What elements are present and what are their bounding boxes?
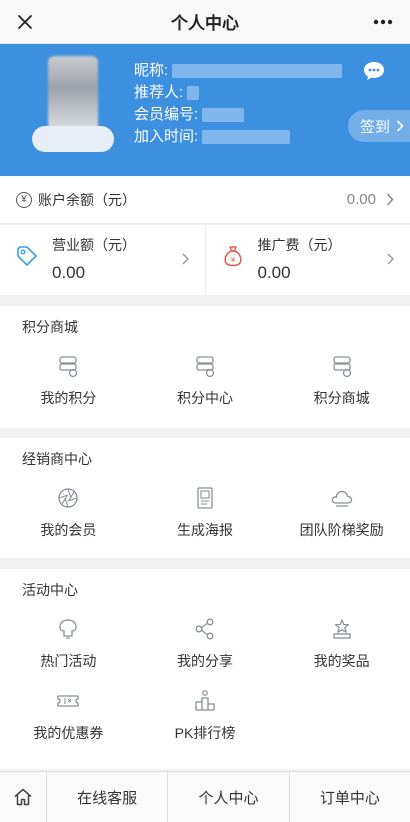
promotion-fee-card[interactable]: ¥ 推广费（元） 0.00 xyxy=(204,225,410,295)
member-no-label: 会员编号: xyxy=(134,106,199,123)
item-label: 热门活动 xyxy=(40,653,97,669)
more-icon xyxy=(373,19,393,25)
member-no-row: 会员编号: xyxy=(134,104,342,126)
item-label: 我的优惠券 xyxy=(33,725,104,741)
hot-activities-item[interactable]: 热门活动 xyxy=(0,611,137,683)
my-shares-item[interactable]: 我的分享 xyxy=(137,611,274,683)
item-label: 积分中心 xyxy=(176,390,233,406)
chevron-right-icon xyxy=(396,120,404,132)
cake-icon xyxy=(59,619,77,639)
pk-leaderboard-item[interactable]: PK排行榜 xyxy=(137,683,274,755)
item-label: 我的会员 xyxy=(40,522,97,538)
tab-order-center[interactable]: 订单中心 xyxy=(288,771,410,822)
avatar-cloud-decoration xyxy=(32,126,114,152)
more-button[interactable] xyxy=(368,7,398,37)
nickname-row: 昵称: xyxy=(134,60,343,82)
chevron-right-icon xyxy=(387,253,394,265)
referrer-row: 推荐人: xyxy=(134,82,342,104)
points-center-item[interactable]: 积分中心 xyxy=(137,348,274,420)
join-time-masked-value xyxy=(202,130,291,144)
price-tag-icon xyxy=(17,246,37,266)
section-title: 经销商中心 xyxy=(22,451,92,467)
item-label: 生成海报 xyxy=(176,522,233,538)
item-label: 团队阶梯奖励 xyxy=(299,522,384,538)
share-icon xyxy=(195,618,214,640)
my-points-item[interactable]: 我的积分 xyxy=(0,348,137,420)
bottom-tab-bar: 在线客服 个人中心 订单中心 xyxy=(0,771,410,822)
turnover-label: 营业额（元） xyxy=(52,237,136,253)
item-label: 积分商城 xyxy=(313,390,370,406)
coupon-stack-icon xyxy=(59,356,78,378)
generate-poster-item[interactable]: 生成海报 xyxy=(137,480,274,552)
chevron-right-icon xyxy=(182,253,189,265)
chevron-right-icon xyxy=(386,193,394,206)
coupon-stack-icon xyxy=(332,356,351,378)
home-icon xyxy=(14,788,32,806)
join-time-row: 加入时间: xyxy=(134,126,342,148)
nickname-masked-value xyxy=(172,64,343,78)
my-prizes-item[interactable]: 我的奖品 xyxy=(273,611,410,683)
my-coupons-item[interactable]: 我的优惠券 xyxy=(0,683,137,755)
signin-button[interactable]: 签到 xyxy=(348,110,410,142)
podium-icon xyxy=(195,690,215,711)
money-bag-icon: ¥ xyxy=(223,246,242,267)
account-balance-row[interactable]: ¥ 账户余额（元） 0.00 xyxy=(0,176,410,224)
signin-label: 签到 xyxy=(360,118,391,136)
close-button[interactable] xyxy=(10,7,40,37)
poster-icon xyxy=(197,487,213,509)
balance-label: 账户余额（元） xyxy=(38,191,136,208)
my-members-item[interactable]: 我的会员 xyxy=(0,480,137,552)
dealer-center-section: 经销商中心 我的会员 生成海报 团队阶梯奖励 xyxy=(0,438,410,558)
referrer-masked-value xyxy=(187,86,200,100)
aperture-icon xyxy=(58,488,78,508)
activity-center-section: 活动中心 热门活动 我的分享 我的奖品 我的优惠券 PK排行榜 xyxy=(0,569,410,769)
tab-online-service[interactable]: 在线客服 xyxy=(46,771,167,822)
item-label: 我的积分 xyxy=(40,390,97,406)
close-icon xyxy=(18,15,32,29)
promotion-fee-label: 推广费（元） xyxy=(257,237,342,253)
award-icon xyxy=(332,619,351,639)
ticket-icon xyxy=(57,695,79,707)
join-time-label: 加入时间: xyxy=(134,128,199,145)
message-button[interactable] xyxy=(362,60,386,82)
avatar[interactable] xyxy=(32,56,114,154)
coupon-stack-icon xyxy=(196,356,215,378)
earnings-stats: 营业额（元） 0.00 ¥ 推广费（元） 0.00 xyxy=(0,225,410,295)
chat-bubble-icon xyxy=(364,62,384,80)
turnover-value: 0.00 xyxy=(52,263,86,282)
nickname-label: 昵称: xyxy=(134,62,169,79)
team-tier-reward-item[interactable]: 团队阶梯奖励 xyxy=(273,480,410,552)
page-title: 个人中心 xyxy=(171,14,239,33)
svg-text:¥: ¥ xyxy=(230,256,235,264)
points-mall-item[interactable]: 积分商城 xyxy=(273,348,410,420)
item-label: 我的分享 xyxy=(176,653,233,669)
section-title: 活动中心 xyxy=(22,582,78,598)
profile-info: 昵称: 推荐人: 会员编号: 加入时间: xyxy=(134,60,343,148)
cloud-icon xyxy=(331,490,352,507)
turnover-card[interactable]: 营业额（元） 0.00 xyxy=(0,225,205,295)
home-tab[interactable] xyxy=(0,772,46,822)
item-label: 我的奖品 xyxy=(313,653,370,669)
tab-personal-center[interactable]: 个人中心 xyxy=(167,771,288,822)
top-bar: 个人中心 xyxy=(0,0,410,44)
promotion-fee-value: 0.00 xyxy=(257,263,291,282)
member-no-masked-value xyxy=(202,108,245,122)
profile-header: 昵称: 推荐人: 会员编号: 加入时间: 签到 xyxy=(0,44,410,176)
item-label: PK排行榜 xyxy=(174,725,236,741)
balance-value: 0.00 xyxy=(346,191,376,208)
avatar-image xyxy=(48,56,98,134)
yen-icon: ¥ xyxy=(16,191,32,208)
section-title: 积分商城 xyxy=(22,319,78,335)
points-mall-section: 积分商城 我的积分 积分中心 积分商城 xyxy=(0,306,410,428)
referrer-label: 推荐人: xyxy=(134,84,184,101)
